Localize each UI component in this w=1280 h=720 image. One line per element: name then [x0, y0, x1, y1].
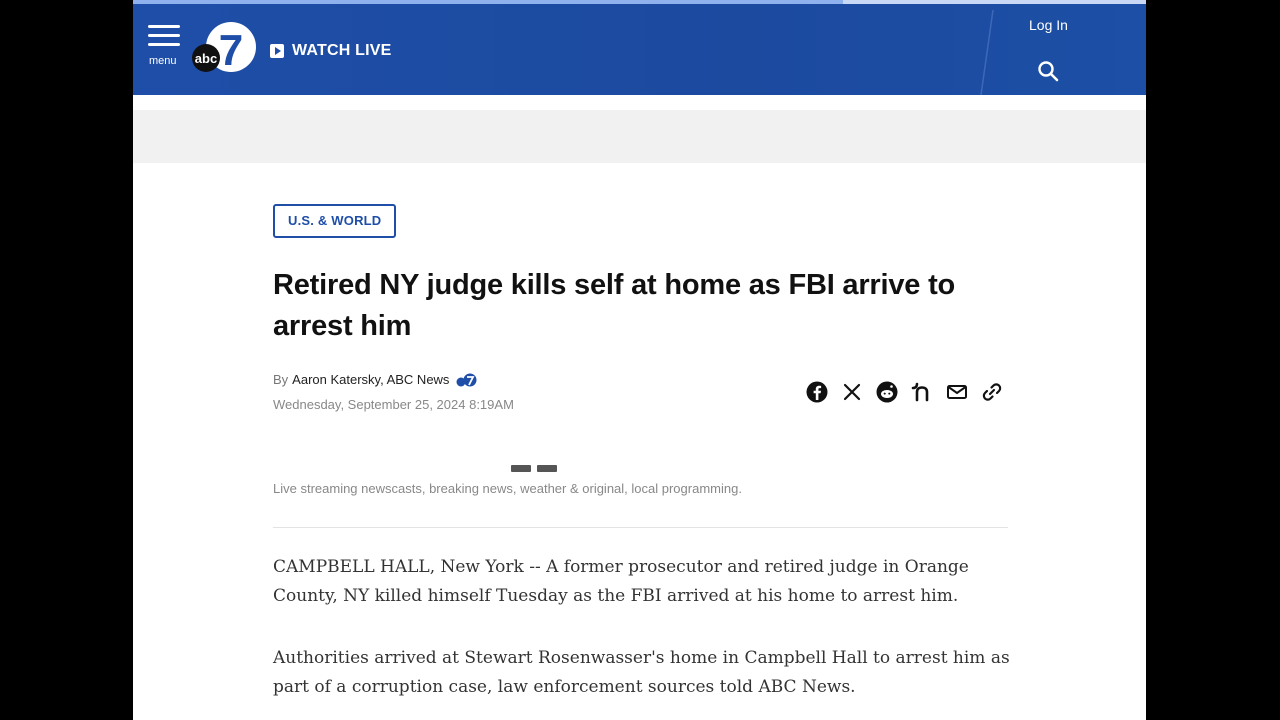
link-icon[interactable] [980, 380, 1004, 404]
search-icon[interactable] [1037, 60, 1059, 82]
publish-date: Wednesday, September 25, 2024 8:19AM [273, 397, 514, 412]
video-player-controls [511, 465, 563, 472]
section-divider [273, 527, 1008, 528]
abc7-small-logo-icon [456, 373, 477, 386]
header-divider [980, 10, 994, 95]
hamburger-icon [148, 25, 180, 28]
ad-placeholder [133, 110, 1146, 163]
author-link[interactable]: Aaron Katersky, ABC News [292, 372, 449, 387]
nextdoor-icon[interactable] [910, 380, 934, 404]
reddit-icon[interactable] [875, 380, 899, 404]
article-paragraph: CAMPBELL HALL, New York -- A former pros… [273, 557, 969, 606]
facebook-icon[interactable] [805, 380, 829, 404]
byline: By Aaron Katersky, ABC News [273, 372, 479, 387]
byline-prefix: By [273, 372, 289, 387]
article-headline: Retired NY judge kills self at home as F… [273, 269, 956, 342]
category-tag[interactable]: U.S. & WORLD [273, 204, 397, 238]
watch-live-button[interactable]: WATCH LIVE [270, 40, 391, 62]
menu-label: menu [149, 55, 177, 67]
site-header: menu 7 abc WATCH LIVE Log In [133, 0, 1146, 95]
abc7-logo[interactable]: 7 abc [191, 20, 261, 76]
reading-progress-bar [133, 0, 843, 4]
share-bar [805, 380, 1015, 404]
svg-text:abc: abc [195, 51, 217, 66]
login-link[interactable]: Log In [1029, 17, 1068, 33]
svg-text:7: 7 [219, 26, 243, 75]
player-control-left[interactable] [511, 465, 531, 472]
watch-live-label: WATCH LIVE [292, 42, 392, 59]
x-icon[interactable] [840, 380, 864, 404]
menu-button[interactable]: menu [148, 25, 182, 67]
page: menu 7 abc WATCH LIVE Log In U.S. & WORL… [133, 0, 1146, 720]
play-icon [270, 44, 284, 58]
email-icon[interactable] [945, 380, 969, 404]
player-control-right[interactable] [537, 465, 557, 472]
video-caption: Live streaming newscasts, breaking news,… [273, 481, 742, 496]
article-paragraph: Authorities arrived at Stewart Rosenwass… [273, 648, 1010, 697]
